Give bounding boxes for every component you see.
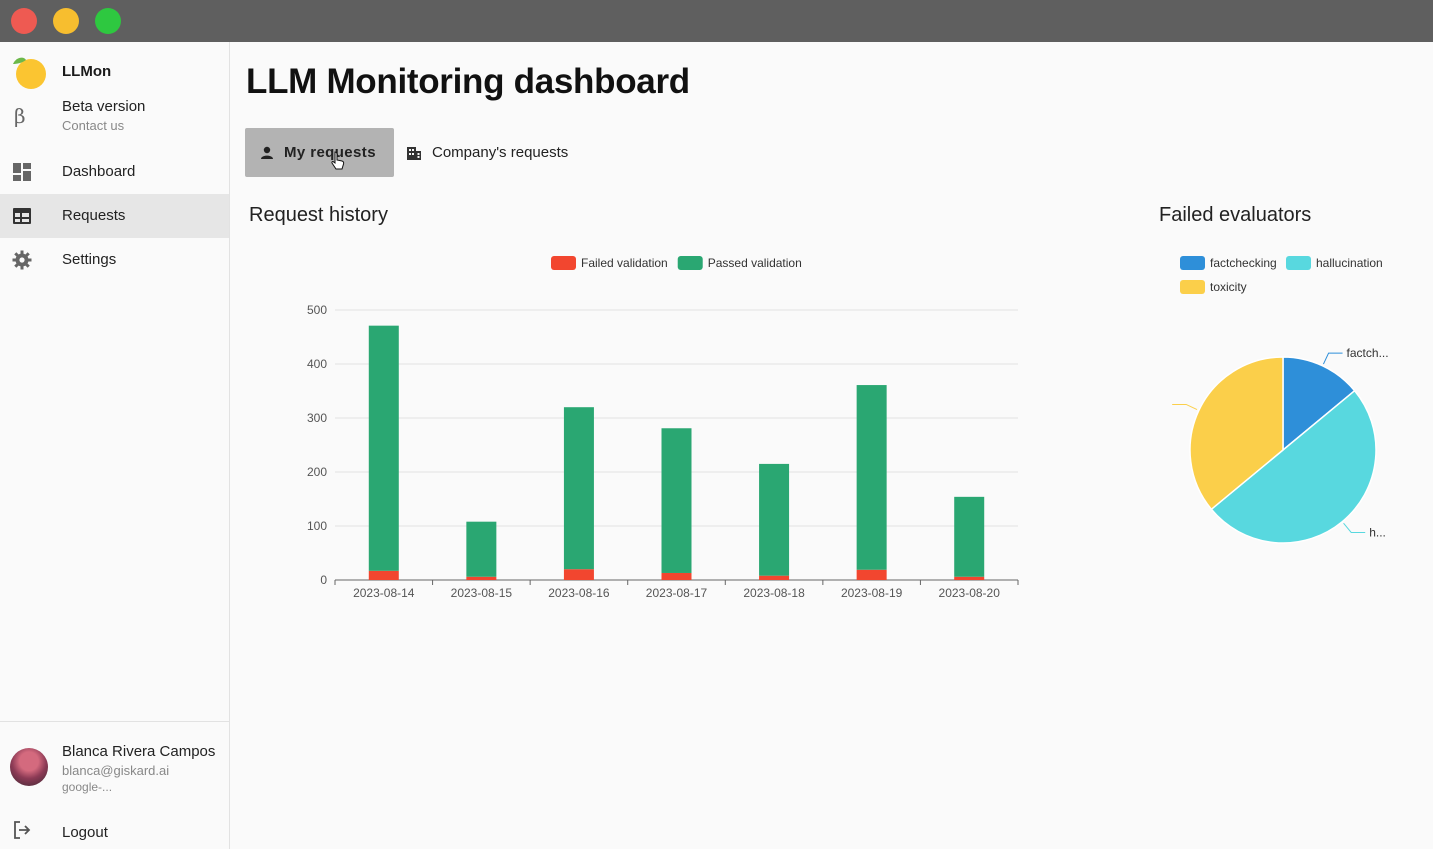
sidebar-item-settings[interactable]: Settings	[0, 238, 229, 282]
x-tick-label: 2023-08-17	[646, 586, 708, 600]
request-history-chart: Failed validation Passed validation 0 100 20…	[307, 256, 1019, 600]
bar-failed-validation	[856, 569, 887, 580]
main-content: LLM Monitoring dashboard My requests Com…	[230, 42, 1433, 849]
x-tick-label: 2023-08-19	[841, 586, 903, 600]
bar-passed-validation	[954, 496, 985, 577]
legend-label: hallucination	[1316, 256, 1383, 270]
avatar[interactable]	[10, 748, 48, 786]
sidebar-item-label: Requests	[62, 207, 126, 224]
legend-swatch-hallucination	[1286, 256, 1311, 270]
legend-swatch-passed-validation	[677, 256, 703, 270]
y-tick-label: 400	[307, 357, 327, 371]
sidebar-item-label: Settings	[62, 251, 117, 268]
user-provider: google-...	[62, 780, 113, 794]
pointer-cursor-icon	[331, 151, 345, 170]
pie-leader-line	[1343, 522, 1366, 533]
brand[interactable]: LLMon	[10, 54, 220, 89]
page-title: LLM Monitoring dashboard	[246, 62, 690, 101]
bar-failed-validation	[759, 575, 790, 580]
maximize-window-button[interactable]	[95, 8, 121, 34]
tab-my-requests[interactable]: My requests	[245, 128, 394, 177]
beta-contact[interactable]: β Beta version Contact us	[10, 98, 220, 138]
x-tick-label: 2023-08-18	[743, 586, 805, 600]
bar-failed-validation	[466, 576, 497, 580]
table-icon	[13, 208, 31, 224]
y-tick-label: 200	[307, 465, 327, 479]
legend-swatch-failed-validation	[551, 256, 576, 270]
x-tick-label: 2023-08-16	[548, 586, 610, 600]
bar-failed-validation	[563, 569, 594, 580]
lemon-logo-icon	[13, 57, 46, 89]
request-history-title: Request history	[249, 204, 388, 226]
y-tick-label: 0	[320, 573, 327, 587]
x-tick-label: 2023-08-20	[939, 586, 1001, 600]
bar-passed-validation	[466, 521, 497, 577]
brand-name: LLMon	[62, 63, 112, 80]
logout-icon	[14, 821, 31, 839]
pie-leader-line	[1172, 403, 1198, 411]
pie-slice-label: h...	[1369, 525, 1386, 539]
legend-label: Passed validation	[708, 256, 802, 270]
tab-company-requests[interactable]: Company's requests	[403, 128, 593, 177]
y-tick-label: 500	[307, 303, 327, 317]
window-titlebar	[0, 0, 1433, 42]
legend-swatch-factchecking	[1180, 256, 1205, 270]
legend-label: toxicity	[1210, 280, 1247, 294]
bar-passed-validation	[368, 325, 399, 571]
beta-icon: β	[14, 104, 26, 128]
person-icon	[261, 146, 273, 159]
x-tick-label: 2023-08-14	[353, 586, 415, 600]
user-email: blanca@giskard.ai	[62, 763, 170, 778]
tab-label: Company's requests	[432, 144, 569, 161]
sidebar-item-requests[interactable]: Requests	[0, 194, 229, 238]
y-tick-label: 100	[307, 519, 327, 533]
bar-failed-validation	[954, 576, 985, 580]
failed-evaluators-title: Failed evaluators	[1159, 204, 1312, 226]
legend-label: factchecking	[1210, 256, 1277, 270]
user-name: Blanca Rivera Campos	[62, 743, 216, 760]
y-tick-label: 300	[307, 411, 327, 425]
bar-failed-validation	[661, 572, 692, 580]
minimize-window-button[interactable]	[53, 8, 79, 34]
x-tick-label: 2023-08-15	[451, 586, 513, 600]
bar-passed-validation	[856, 385, 887, 570]
logout-label: Logout	[62, 824, 108, 841]
close-window-button[interactable]	[11, 8, 37, 34]
divider	[0, 721, 229, 722]
bar-failed-validation	[368, 570, 399, 580]
building-icon	[407, 147, 421, 160]
legend-swatch-toxicity	[1180, 280, 1205, 294]
bar-passed-validation	[759, 463, 790, 576]
sidebar-item-dashboard[interactable]: Dashboard	[0, 150, 229, 194]
contact-us-link[interactable]: Contact us	[62, 118, 124, 133]
pie-slice-label: factch...	[1347, 346, 1389, 360]
bar-passed-validation	[661, 428, 692, 573]
logout-button[interactable]: Logout	[0, 810, 229, 848]
failed-evaluators-chart: factchecking hallucination toxicity factch.…	[1172, 256, 1389, 544]
dashboard-icon	[13, 163, 31, 181]
legend-label: Failed validation	[581, 256, 668, 270]
sidebar: LLMon β Beta version Contact us Dashboar…	[0, 42, 230, 849]
beta-title: Beta version	[62, 98, 146, 115]
pie-leader-line	[1322, 352, 1343, 365]
sidebar-item-label: Dashboard	[62, 163, 136, 180]
gear-icon	[12, 250, 32, 270]
bar-passed-validation	[563, 407, 594, 570]
